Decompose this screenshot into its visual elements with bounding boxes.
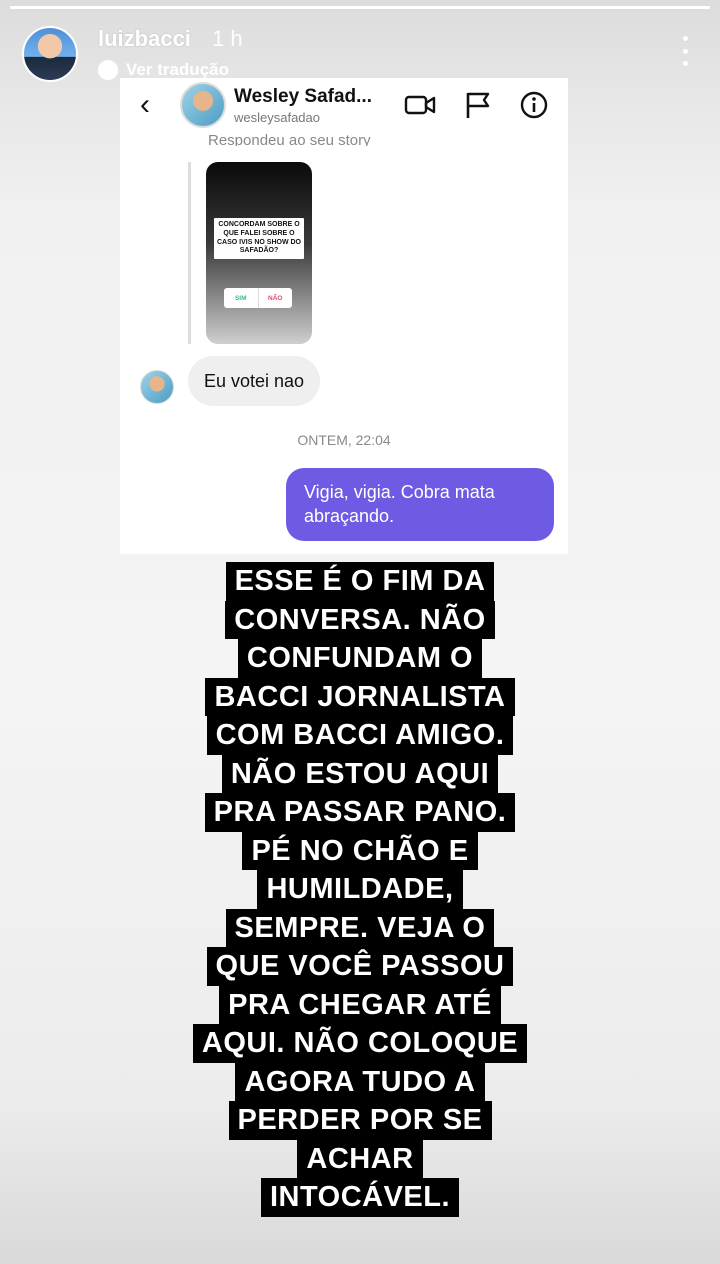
flag-icon [462,90,494,120]
more-vertical-icon[interactable] [680,36,690,66]
date-separator: ONTEM, 22:04 [297,432,391,448]
caption-line: ESSE É O FIM DA [225,562,495,601]
back-arrow-icon: ‹ [140,88,150,121]
story-time: 1 h [212,26,243,51]
contact-handle: wesleysafadao [234,110,320,125]
poll-option-yes: SIM [224,288,259,308]
caption-line: CONFUNDAM O [237,639,483,678]
incoming-message: Eu votei nao [188,356,321,406]
dm-screenshot: ‹ Wesley Safad... wesleysafadao Responde… [120,78,568,554]
caption-line: NÃO ESTOU AQUI [221,754,499,793]
poll-option-no: NÃO [268,294,283,302]
caption-line: PÉ NO CHÃO E [242,831,478,870]
caption-line: ACHAR [297,1139,423,1178]
story-question: CONCORDAM SOBRE O QUE FALEI SOBRE O CASO… [214,218,304,259]
replied-to-story-label: Respondeu ao seu story [208,132,371,146]
caption-line: PRA CHEGAR ATÉ [219,985,501,1024]
story-progress-fill [10,6,710,9]
caption-line: CONVERSA. NÃO [225,600,495,639]
contact-name: Wesley Safad... [234,86,372,107]
caption-line: BACCI JORNALISTA [205,677,515,716]
caption-line: HUMILDADE, [257,870,463,909]
reply-divider [188,162,191,344]
translate-label: Ver tradução [126,60,229,79]
caption-line: COM BACCI AMIGO. [206,716,514,755]
story-caption: ESSE É O FIM DA CONVERSA. NÃO CONFUNDAM … [110,562,610,1217]
contact-avatar [180,82,226,128]
story-username[interactable]: luizbacci [98,26,191,52]
story-poll: SIM NÃO [224,288,292,308]
sender-avatar [140,370,174,404]
video-call-icon [404,90,436,120]
story-thumbnail: CONCORDAM SOBRE O QUE FALEI SOBRE O CASO… [206,162,312,344]
caption-line: QUE VOCÊ PASSOU [206,947,514,986]
caption-line: SEMPRE. VEJA O [225,908,495,947]
outgoing-message: Vigia, vigia. Cobra mata abraçando. [286,468,554,541]
caption-line: PERDER POR SE [228,1101,492,1140]
caption-line: PRA PASSAR PANO. [204,793,516,832]
caption-line: AGORA TUDO A [235,1062,485,1101]
story-author-avatar[interactable] [22,26,78,82]
caption-line: INTOCÁVEL. [260,1178,460,1217]
caption-line: AQUI. NÃO COLOQUE [192,1024,528,1063]
translate-icon [98,60,118,80]
info-icon [518,90,550,120]
story-progress-bar [10,6,710,9]
